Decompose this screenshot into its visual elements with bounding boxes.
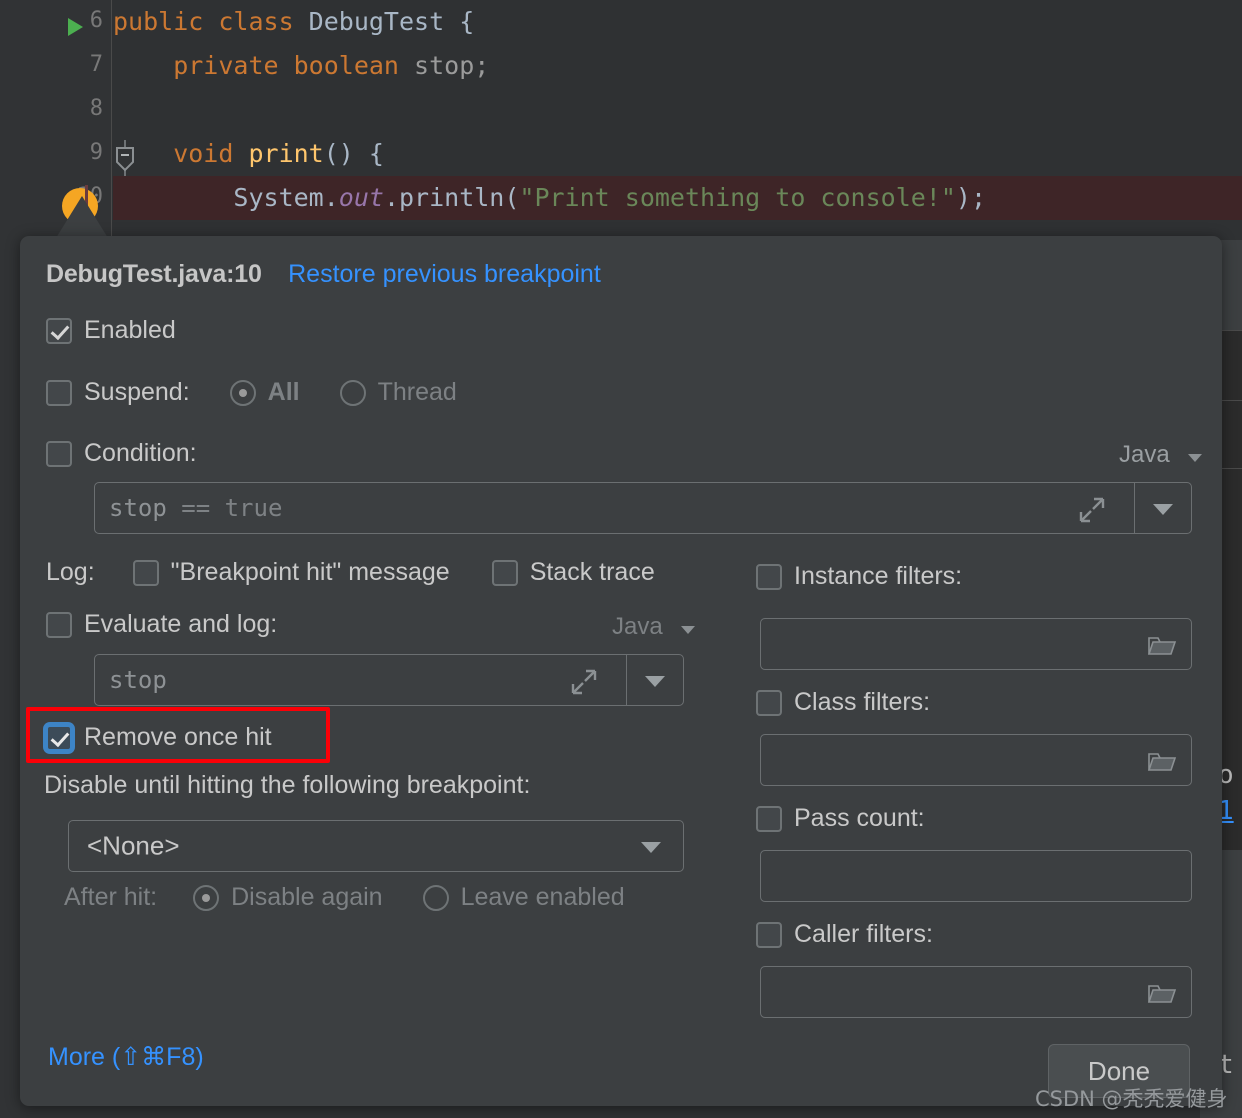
evaluate-and-log-checkbox[interactable] [46,612,72,638]
suspend-checkbox[interactable] [46,380,72,406]
evaluate-and-log-row[interactable]: Evaluate and log: [46,610,277,639]
evaluate-field-divider [626,655,627,705]
enabled-checkbox[interactable] [46,318,72,344]
breakpoint-settings-dialog: DebugTest.java:10 Restore previous break… [20,236,1222,1106]
instance-filters-input[interactable] [760,618,1192,670]
evaluate-chevron-down-icon[interactable] [645,676,665,687]
pass-count-label: Pass count: [794,804,925,833]
class-filters-folder-icon[interactable] [1147,749,1177,778]
enabled-label: Enabled [84,316,176,345]
breakpoint-hit-message-label: "Breakpoint hit" message [171,558,450,587]
after-hit-leave-enabled-label: Leave enabled [461,883,625,912]
class-filters-input[interactable] [760,734,1192,786]
condition-chevron-down-icon[interactable] [1153,504,1173,515]
code-line-6: public class DebugTest { [113,0,1242,44]
after-hit-label: After hit: [64,883,157,912]
editor-left-strip [0,0,20,1118]
caller-filters-row[interactable]: Caller filters: [756,920,933,949]
run-arrow-icon[interactable] [68,18,83,36]
caller-filters-checkbox[interactable] [756,922,782,948]
stack-trace-label: Stack trace [530,558,655,587]
pass-count-input[interactable] [760,850,1192,902]
more-link[interactable]: More (⇧⌘F8) [48,1042,204,1072]
code-content[interactable]: public class DebugTest { private boolean… [113,0,1242,240]
suspend-row[interactable]: Suspend: All Thread [46,378,457,407]
line-number-8: 8 [43,96,103,121]
instance-filters-label: Instance filters: [794,562,962,591]
condition-language-chevron-down-icon[interactable] [1188,454,1202,462]
evaluate-and-log-label: Evaluate and log: [84,610,277,639]
pass-count-row[interactable]: Pass count: [756,804,925,833]
dialog-header: DebugTest.java:10 Restore previous break… [46,260,601,289]
condition-input-value: stop == true [109,494,282,522]
watermark: CSDN @秃秃爱健身 [1035,1083,1228,1113]
line-number-7: 7 [43,52,103,77]
condition-row[interactable]: Condition: [46,439,197,468]
pass-count-checkbox[interactable] [756,806,782,832]
caller-filters-input[interactable] [760,966,1192,1018]
condition-input[interactable]: stop == true [94,482,1192,534]
class-filters-row[interactable]: Class filters: [756,688,930,717]
remove-once-hit-label: Remove once hit [84,723,272,752]
class-filters-label: Class filters: [794,688,930,717]
instance-filters-folder-icon[interactable] [1147,633,1177,662]
evaluate-expand-icon[interactable] [569,667,599,702]
stack-trace-checkbox[interactable] [492,560,518,586]
caller-filters-folder-icon[interactable] [1147,981,1177,1010]
remove-once-hit-checkbox[interactable] [46,725,72,751]
instance-filters-checkbox[interactable] [756,564,782,590]
page-title: DebugTest.java:10 [46,260,262,289]
caller-filters-label: Caller filters: [794,920,933,949]
after-hit-row[interactable]: After hit: Disable again Leave enabled [64,883,625,912]
enabled-row[interactable]: Enabled [46,316,176,345]
restore-previous-breakpoint-link[interactable]: Restore previous breakpoint [288,260,601,289]
code-line-7: private boolean stop; [113,44,1242,88]
after-hit-leave-enabled-radio[interactable] [423,885,449,911]
after-hit-disable-again-label: Disable again [231,883,383,912]
evaluate-language-chevron-down-icon[interactable] [681,626,695,634]
suspend-label: Suspend: [84,378,190,407]
dialog-tail [56,196,108,238]
suspend-thread-radio[interactable] [340,380,366,406]
disable-until-breakpoint-select[interactable]: <None> [68,820,684,872]
code-line-9: void print() { [113,132,1242,176]
code-line-8 [113,88,1242,132]
breakpoint-hit-message-checkbox[interactable] [133,560,159,586]
condition-checkbox[interactable] [46,441,72,467]
suspend-all-label: All [268,378,300,407]
evaluate-and-log-input[interactable]: stop [94,654,684,706]
log-label: Log: [46,558,95,587]
after-hit-disable-again-radio[interactable] [193,885,219,911]
disable-until-selected-value: <None> [87,831,180,862]
suspend-all-radio[interactable] [230,380,256,406]
instance-filters-row[interactable]: Instance filters: [756,562,962,591]
condition-language-label[interactable]: Java [1119,441,1170,469]
condition-label: Condition: [84,439,197,468]
evaluate-and-log-input-value: stop [109,666,167,694]
evaluate-language-label[interactable]: Java [612,613,663,641]
disable-until-label: Disable until hitting the following brea… [44,771,530,800]
condition-field-divider [1134,483,1135,533]
condition-expand-icon[interactable] [1077,495,1107,530]
line-number-9: 9 [43,140,103,165]
disable-until-chevron-down-icon[interactable] [641,842,661,853]
suspend-thread-label: Thread [378,378,457,407]
code-line-10: System.out.println("Print something to c… [113,176,1242,220]
class-filters-checkbox[interactable] [756,690,782,716]
screen-root: 6 7 8 9 10 public class DebugTest { priv… [0,0,1242,1118]
log-row[interactable]: Log: "Breakpoint hit" message Stack trac… [46,558,655,587]
remove-once-hit-row[interactable]: Remove once hit [46,723,272,752]
